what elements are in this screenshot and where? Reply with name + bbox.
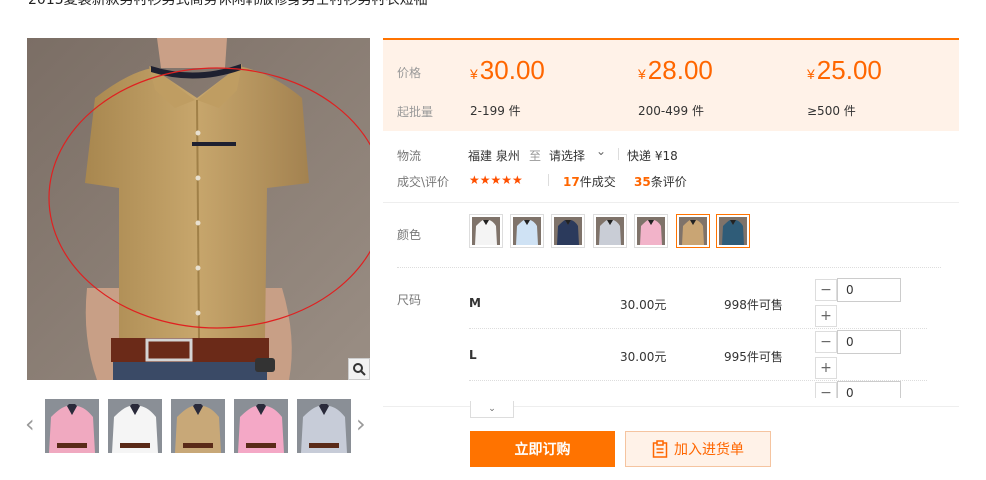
price-tier-1: ¥30.00: [470, 55, 545, 86]
reviews-label: 成交\评价: [397, 175, 450, 189]
color-label: 颜色: [397, 228, 422, 242]
product-title: 2015夏装新款男衬衫男式商务休闲韩版修身男士衬衫男衬衣短袖: [28, 0, 428, 8]
expand-sizes-button[interactable]: ⌄: [470, 401, 514, 418]
shipping-fee: 快递 ¥18: [627, 149, 678, 163]
color-swatch[interactable]: [716, 214, 750, 248]
quantity-input[interactable]: 0: [837, 381, 901, 398]
range-tier-2: 200-499 件: [638, 104, 704, 118]
buy-now-button[interactable]: 立即订购: [470, 431, 615, 467]
decrement-button[interactable]: −: [815, 382, 837, 398]
size-name: L: [469, 348, 477, 362]
divider: [469, 328, 927, 329]
thumbnail-prev-icon[interactable]: ‹: [25, 412, 35, 436]
quantity-input[interactable]: 0: [837, 278, 901, 302]
color-swatch[interactable]: [634, 214, 668, 248]
add-to-cart-button[interactable]: 加入进货单: [625, 431, 771, 467]
quantity-input[interactable]: 0: [837, 330, 901, 354]
destination-select[interactable]: 请选择: [549, 147, 585, 164]
price-value: 30.00: [479, 55, 545, 85]
divider: [548, 174, 549, 186]
price-panel: 价格 起批量 ¥30.00 2-199 件 ¥28.00 200-499 件 ¥…: [383, 38, 959, 131]
review-count[interactable]: 35条评价: [634, 173, 687, 190]
increment-button[interactable]: +: [815, 357, 837, 379]
review-number: 35: [634, 175, 651, 189]
logistics-label: 物流: [397, 149, 422, 163]
thumbnail-image[interactable]: [297, 399, 351, 453]
currency-symbol: ¥: [807, 66, 815, 82]
price-label: 价格: [397, 66, 422, 80]
add-to-cart-label: 加入进货单: [674, 442, 744, 458]
star-rating-icon: ★★★★★: [469, 173, 523, 187]
zoom-button[interactable]: [348, 358, 370, 380]
range-tier-3: ≥500 件: [807, 104, 856, 118]
chevron-down-icon[interactable]: ⌄: [596, 144, 606, 158]
divider: [397, 267, 941, 268]
size-stock: 998件可售: [724, 298, 783, 312]
color-swatch[interactable]: [551, 214, 585, 248]
size-label: 尺码: [397, 293, 422, 307]
divider: [618, 148, 619, 160]
size-price: 30.00元: [620, 350, 667, 364]
color-swatch[interactable]: [676, 214, 710, 248]
color-swatch[interactable]: [469, 214, 503, 248]
product-page: 2015夏装新款男衬衫男式商务休闲韩版修身男士衬衫男衬衣短袖 ‹ › 价格 起批…: [0, 0, 986, 480]
magnifier-icon: [353, 363, 366, 376]
thumbnail-image[interactable]: [234, 399, 288, 453]
main-product-image[interactable]: [27, 38, 370, 380]
range-tier-1: 2-199 件: [470, 104, 521, 118]
sales-number: 17: [563, 175, 580, 189]
increment-button[interactable]: +: [815, 305, 837, 327]
price-tier-3: ¥25.00: [807, 55, 882, 86]
review-suffix: 条评价: [650, 175, 687, 189]
origin-location: 福建 泉州: [468, 149, 520, 163]
clipboard-icon: [652, 440, 668, 458]
color-swatch[interactable]: [510, 214, 544, 248]
color-swatch[interactable]: [593, 214, 627, 248]
size-name: M: [469, 296, 481, 310]
chevron-down-icon: ⌄: [488, 404, 496, 414]
price-value: 28.00: [647, 55, 713, 85]
price-tier-2: ¥28.00: [638, 55, 713, 86]
size-price: 30.00元: [620, 298, 667, 312]
sales-suffix: 件成交: [579, 175, 616, 189]
size-stock: 995件可售: [724, 350, 783, 364]
thumbnail-image[interactable]: [171, 399, 225, 453]
divider: [383, 202, 959, 203]
size-row-partial: − 0: [800, 381, 920, 398]
decrement-button[interactable]: −: [815, 331, 837, 353]
thumbnail-image[interactable]: [45, 399, 99, 453]
currency-symbol: ¥: [470, 66, 478, 82]
currency-symbol: ¥: [638, 66, 646, 82]
decrement-button[interactable]: −: [815, 279, 837, 301]
to-text: 至: [529, 149, 542, 163]
moq-label: 起批量: [397, 105, 434, 119]
sales-count[interactable]: 17件成交: [563, 173, 616, 190]
price-value: 25.00: [816, 55, 882, 85]
thumbnail-next-icon[interactable]: ›: [356, 412, 366, 436]
thumbnail-image[interactable]: [108, 399, 162, 453]
